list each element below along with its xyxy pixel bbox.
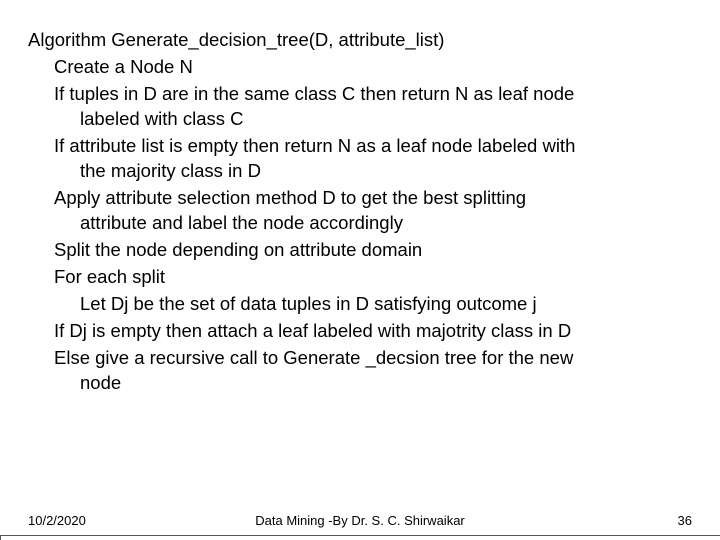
algo-line: Let Dj be the set of data tuples in D sa…: [80, 292, 692, 317]
algorithm-title: Algorithm Generate_decision_tree(D, attr…: [28, 28, 692, 53]
slide-content: Algorithm Generate_decision_tree(D, attr…: [28, 28, 692, 396]
footer-date: 10/2/2020: [28, 513, 86, 528]
algo-line: If attribute list is empty then return N…: [54, 134, 692, 184]
algo-line: Apply attribute selection method D to ge…: [54, 186, 692, 236]
slide: Algorithm Generate_decision_tree(D, attr…: [0, 0, 720, 540]
algo-line: Split the node depending on attribute do…: [54, 238, 692, 263]
footer-page: 36: [678, 513, 692, 528]
algo-line: For each split: [54, 265, 692, 290]
algo-line: Else give a recursive call to Generate _…: [54, 346, 692, 396]
algo-line: If tuples in D are in the same class C t…: [54, 82, 692, 132]
footer-title: Data Mining -By Dr. S. C. Shirwaikar: [255, 513, 465, 528]
algo-line: Create a Node N: [54, 55, 692, 80]
footer-divider: [0, 535, 720, 540]
slide-footer: 10/2/2020 Data Mining -By Dr. S. C. Shir…: [0, 513, 720, 528]
algo-line: If Dj is empty then attach a leaf labele…: [54, 319, 692, 344]
